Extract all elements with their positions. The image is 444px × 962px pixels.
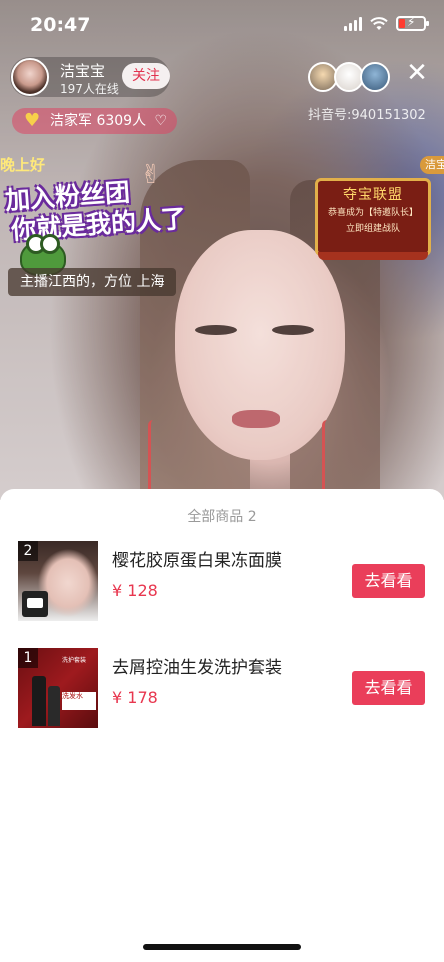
follow-button[interactable]: 关注 [122, 63, 170, 89]
product-thumbnail[interactable]: 洗护套装 洗发水 1 [18, 648, 98, 728]
view-product-button[interactable]: 去看看 [352, 671, 425, 705]
sheet-title: 全部商品 2 [187, 509, 257, 525]
product-name[interactable]: 去屑控油生发洗护套装 [112, 653, 282, 678]
douyin-id: 抖音号:940151302 [308, 108, 426, 123]
status-bar: 20:47 ⚡ [0, 0, 444, 50]
battery-icon: ⚡ [396, 15, 429, 31]
treasure-card-base [318, 252, 428, 260]
treasure-line: 立即组建战队 [345, 224, 400, 234]
host-name[interactable]: 洁宝宝 [60, 60, 105, 81]
wifi-icon [370, 16, 388, 30]
host-avatar[interactable] [11, 58, 49, 96]
bottle-image [32, 676, 46, 726]
fans-group-label: 洁家军 6309人 [50, 113, 147, 129]
golden-heart-icon: ♥ [24, 110, 41, 131]
signal-icon [344, 16, 362, 31]
home-indicator[interactable] [143, 944, 301, 950]
fans-group-badge[interactable]: ♥ 洁家军 6309人 ♡ [12, 108, 178, 134]
product-price: ¥ 178 [112, 688, 158, 707]
product-list-sheet: 全部商品 2 2 樱花胶原蛋白果冻面膜 ¥ 128 去看看 洗护套装 洗发水 1… [0, 489, 444, 962]
treasure-alliance-card[interactable]: 夺宝联盟 恭喜成为【特邀队长】 立即组建战队 [315, 178, 431, 256]
viewer-count: 197人在线 [60, 82, 119, 96]
audience-avatar[interactable] [360, 62, 390, 92]
mask-box-image [22, 591, 48, 617]
thumbnail-text: 洗发水 [62, 692, 96, 710]
product-rank: 2 [18, 541, 38, 561]
product-rank: 1 [18, 648, 38, 668]
product-thumbnail[interactable]: 2 [18, 541, 98, 621]
product-name[interactable]: 樱花胶原蛋白果冻面膜 [112, 546, 282, 571]
audience-avatars[interactable] [308, 62, 390, 92]
treasure-line: 恭喜成为【特邀队长】 [327, 208, 418, 218]
close-icon[interactable]: ✕ [404, 60, 430, 86]
product-item[interactable]: 2 樱花胶原蛋白果冻面膜 ¥ 128 去看看 [0, 541, 444, 621]
host-note-sticker: 主播江西的，方位 上海 [8, 268, 177, 296]
heart-outline-icon: ♡ [154, 113, 168, 129]
corner-tag[interactable]: 洁宝 [420, 156, 444, 174]
status-icons: ⚡ [344, 15, 429, 31]
product-item[interactable]: 洗护套装 洗发水 1 去屑控油生发洗护套装 ¥ 178 去看看 [0, 648, 444, 728]
thumbnail-text: 洗护套装 [62, 657, 87, 664]
bottle-image [48, 686, 60, 726]
status-time: 20:47 [30, 14, 91, 36]
greeting-sticker: 晚上好 [0, 156, 46, 174]
view-product-button[interactable]: 去看看 [352, 564, 425, 598]
product-price: ¥ 128 [112, 581, 158, 600]
treasure-title: 夺宝联盟 [343, 187, 403, 203]
